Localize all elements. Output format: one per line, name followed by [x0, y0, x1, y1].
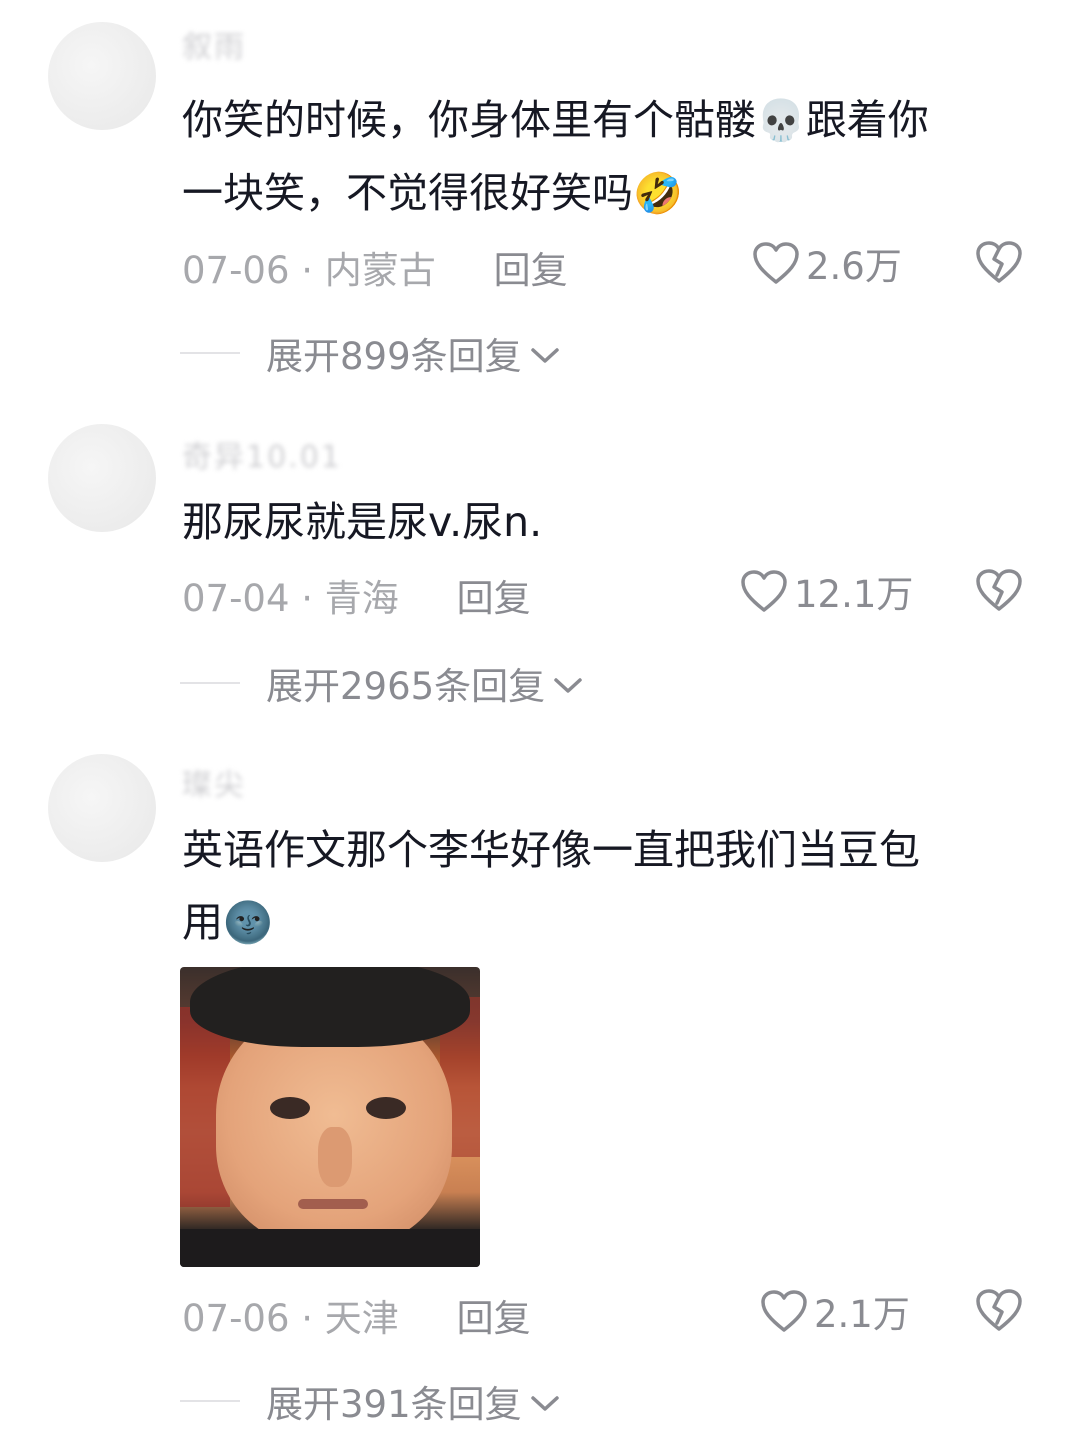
comment-location: · 天津	[301, 1297, 399, 1340]
comment-text-part: 一块笑，不觉得很好笑吗	[182, 169, 633, 217]
image-shirt	[180, 1229, 480, 1267]
comment-meta: 07-06 · 内蒙古 回复	[182, 240, 568, 294]
comment-text-part: 你笑的时候，你身体里有个骷髅	[182, 96, 756, 144]
divider	[180, 682, 240, 684]
comment-text: 英语作文那个李华好像一直把我们当豆包 用🌚	[182, 814, 1022, 959]
heart-outline-icon	[760, 1289, 808, 1333]
comment-text: 你笑的时候，你身体里有个骷髅💀跟着你 一块笑，不觉得很好笑吗🤣	[182, 84, 1022, 230]
skull-emoji-icon: 💀	[756, 98, 806, 144]
comment-image[interactable]	[180, 967, 480, 1267]
divider	[180, 352, 240, 354]
comment-text-part: 跟着你	[805, 96, 929, 144]
expand-replies-button[interactable]: 展开899条回复	[180, 326, 560, 380]
avatar[interactable]	[48, 424, 156, 532]
expand-replies-label: 展开391条回复	[266, 1383, 522, 1426]
reply-button[interactable]: 回复	[457, 577, 531, 620]
username[interactable]: 奇异10.01	[182, 432, 342, 476]
broken-heart-icon	[975, 568, 1023, 612]
like-button[interactable]: 12.1万	[740, 564, 913, 618]
comment-date: 07-06	[182, 1297, 290, 1340]
like-count: 12.1万	[794, 573, 914, 616]
expand-replies-label: 展开2965条回复	[266, 665, 546, 708]
comment-text-part: 用	[182, 898, 223, 946]
dislike-button[interactable]	[975, 568, 1023, 612]
watermark-overlay	[932, 1382, 1068, 1420]
comment-meta: 07-06 · 天津 回复	[182, 1288, 531, 1342]
broken-heart-icon	[975, 1288, 1023, 1332]
comment-date: 07-04	[182, 577, 290, 620]
image-hair	[190, 967, 470, 1047]
reply-button[interactable]: 回复	[457, 1297, 531, 1340]
avatar[interactable]	[48, 22, 156, 130]
image-eye	[366, 1097, 406, 1119]
expand-replies-label: 展开899条回复	[266, 335, 522, 378]
username[interactable]: 叙雨	[182, 22, 246, 66]
image-nose	[318, 1127, 352, 1187]
expand-replies-button[interactable]: 展开391条回复	[180, 1374, 560, 1428]
heart-outline-icon	[752, 241, 800, 285]
comment-text-part: 英语作文那个李华好像一直把我们当豆包	[182, 826, 920, 874]
broken-heart-icon	[975, 240, 1023, 284]
avatar[interactable]	[48, 754, 156, 862]
like-count: 2.1万	[814, 1293, 910, 1336]
expand-replies-button[interactable]: 展开2965条回复	[180, 656, 583, 710]
comment-date: 07-06	[182, 249, 290, 292]
chevron-down-icon	[530, 1380, 560, 1423]
like-count: 2.6万	[806, 245, 902, 288]
image-eye	[270, 1097, 310, 1119]
heart-outline-icon	[740, 569, 788, 613]
chevron-down-icon	[530, 332, 560, 375]
like-button[interactable]: 2.1万	[760, 1284, 910, 1338]
like-button[interactable]: 2.6万	[752, 236, 902, 290]
comment-meta: 07-04 · 青海 回复	[182, 568, 531, 622]
comment-location: · 青海	[301, 577, 399, 620]
divider	[180, 1400, 240, 1402]
reply-button[interactable]: 回复	[494, 249, 568, 292]
comment-location: · 内蒙古	[301, 249, 436, 292]
comment-text-part: 那尿尿就是尿v.尿n.	[182, 498, 543, 546]
chevron-down-icon	[553, 662, 583, 705]
dislike-button[interactable]	[975, 240, 1023, 284]
dislike-button[interactable]	[975, 1288, 1023, 1332]
username[interactable]: 璨尖	[182, 760, 246, 804]
image-mouth	[298, 1199, 368, 1209]
rofl-emoji-icon: 🤣	[633, 171, 683, 217]
new-moon-face-emoji-icon: 🌚	[223, 900, 273, 946]
comment-text: 那尿尿就是尿v.尿n.	[182, 486, 1022, 558]
